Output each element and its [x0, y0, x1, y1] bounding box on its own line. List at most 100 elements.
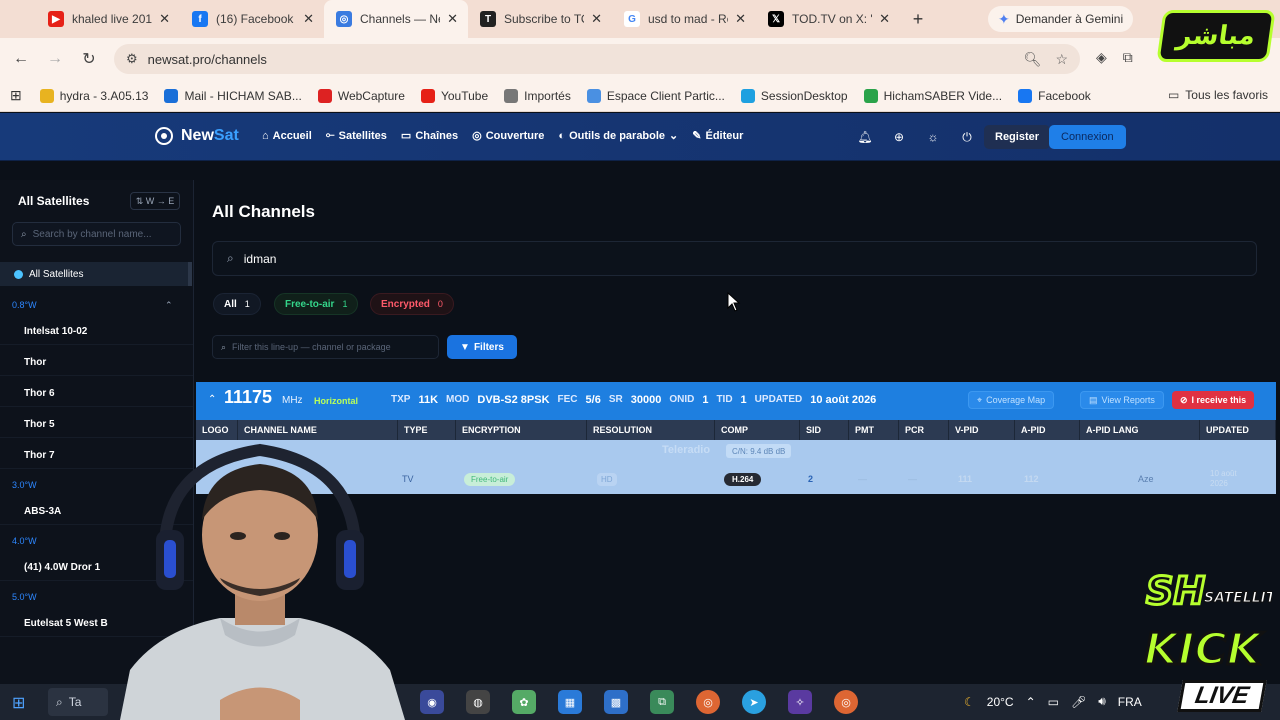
- site-info-icon[interactable]: ⚙: [126, 51, 138, 67]
- browser-tab[interactable]: ◎ Channels — Ne ✕: [324, 0, 468, 38]
- bookmark-item[interactable]: WebCapture: [317, 88, 405, 103]
- close-icon[interactable]: ✕: [447, 11, 458, 27]
- sidebar-item-all-satellites[interactable]: All Satellites: [0, 262, 190, 286]
- taskbar-search[interactable]: ⌕ Ta: [48, 688, 108, 716]
- menu-editeur[interactable]: ✎ Éditeur: [692, 129, 743, 143]
- app-icon[interactable]: ✧: [788, 690, 812, 714]
- windows-start-icon[interactable]: ⊞: [12, 693, 25, 713]
- browser-tab[interactable]: 𝕏 TOD.TV on X: " ✕: [756, 0, 900, 38]
- volume-icon[interactable]: 🔊︎: [1098, 694, 1106, 709]
- power-icon[interactable]: ⏻: [954, 125, 980, 149]
- gemini-button[interactable]: ✦ Demander à Gemini: [988, 6, 1134, 32]
- filter-pill-free-to-air[interactable]: Free-to-air 1: [274, 293, 359, 315]
- bookmark-item[interactable]: SessionDesktop: [740, 88, 848, 103]
- transponder-header[interactable]: ⌃ 11175 MHz Horizontal TXP 11K MOD DVB-S2 8…: [196, 382, 1276, 420]
- receive-button[interactable]: ⊘ I receive this: [1172, 391, 1255, 409]
- app-icon[interactable]: ◍: [466, 690, 490, 714]
- menu-satellites[interactable]: ⟜ Satellites: [326, 129, 387, 142]
- sidebar-group-label[interactable]: 0.8°W: [12, 300, 37, 310]
- app-icon[interactable]: ◉: [420, 690, 444, 714]
- forward-icon[interactable]: →: [38, 50, 72, 68]
- bookmark-item[interactable]: YouTube: [420, 88, 488, 103]
- chevron-up-icon[interactable]: ⌃: [165, 300, 173, 311]
- globe-icon[interactable]: ⊕: [886, 125, 912, 149]
- address-bar[interactable]: ⚙ newsat.pro/channels 🔍︎ ☆: [114, 44, 1080, 74]
- sidebar-group-label[interactable]: 5.0°W: [12, 592, 37, 602]
- sidebar-item-satellite[interactable]: Intelsat 10-02: [0, 319, 193, 345]
- bookmark-item[interactable]: Importés: [504, 88, 571, 103]
- chrome-icon[interactable]: ◎: [696, 690, 720, 714]
- filter-pill-all[interactable]: All 1: [213, 293, 261, 315]
- column-header[interactable]: RESOLUTION: [587, 420, 715, 440]
- column-header[interactable]: ENCRYPTION: [456, 420, 587, 440]
- browser-tab[interactable]: T Subscribe to TO ✕: [468, 0, 612, 38]
- bookmark-item[interactable]: Espace Client Partic...: [586, 88, 725, 103]
- calculator-icon[interactable]: ▩: [604, 690, 628, 714]
- column-header[interactable]: A-PID: [1015, 420, 1080, 440]
- close-icon[interactable]: ✕: [303, 11, 314, 27]
- lineup-filter-input[interactable]: ⌕ Filter this line-up — channel or packa…: [212, 335, 439, 359]
- column-header[interactable]: PCR: [899, 420, 949, 440]
- sidebar-item-satellite[interactable]: Thor: [0, 350, 193, 376]
- register-button[interactable]: Register: [984, 125, 1051, 149]
- column-header[interactable]: PMT: [849, 420, 899, 440]
- sidebar-group-label[interactable]: 4.0°W: [12, 536, 37, 546]
- filters-button[interactable]: ▼ Filters: [447, 335, 517, 359]
- column-header[interactable]: CHANNEL NAME: [238, 420, 398, 440]
- filter-pill-encrypted[interactable]: Encrypted 0: [370, 293, 454, 315]
- chevron-up-icon[interactable]: ⌃: [1026, 695, 1036, 709]
- bookmark-star-icon[interactable]: ☆: [1055, 51, 1068, 68]
- close-icon[interactable]: ✕: [879, 11, 890, 27]
- site-logo[interactable]: New Sat: [155, 127, 239, 145]
- bookmark-item[interactable]: hydra - 3.A05.13: [39, 88, 148, 103]
- close-icon[interactable]: ✕: [591, 11, 602, 27]
- bookmark-item[interactable]: Facebook: [1018, 88, 1091, 103]
- new-tab-icon[interactable]: +: [904, 9, 932, 30]
- column-header[interactable]: SID: [800, 420, 849, 440]
- column-header[interactable]: V-PID: [949, 420, 1015, 440]
- browser-tab[interactable]: f (16) Facebook ✕: [180, 0, 324, 38]
- coverage-map-button[interactable]: ⌖ Coverage Map: [968, 391, 1055, 409]
- column-header[interactable]: LOGO: [196, 420, 238, 440]
- app-icon[interactable]: ✿: [512, 690, 536, 714]
- apps-grid-icon[interactable]: ⊞: [10, 87, 22, 104]
- column-header[interactable]: UPDATED: [1200, 420, 1276, 440]
- sidebar-search-input[interactable]: ⌕ Search by channel name...: [12, 222, 181, 246]
- telegram-icon[interactable]: ➤: [742, 690, 766, 714]
- sort-toggle[interactable]: ⇅ W → E: [130, 192, 180, 210]
- channel-search-input[interactable]: ⌕ idman: [212, 241, 1257, 276]
- app-icon[interactable]: ⧉: [650, 690, 674, 714]
- microphone-icon[interactable]: 🎤︎: [1071, 695, 1086, 709]
- all-bookmarks[interactable]: ▭ Tous les favoris: [1168, 88, 1268, 102]
- sidebar-item-satellite[interactable]: Thor 5: [0, 412, 193, 438]
- chrome-icon[interactable]: ◎: [834, 690, 858, 714]
- browser-tab[interactable]: Gusd to mad - Re ✕: [612, 0, 756, 38]
- sidebar-scrollbar[interactable]: [188, 262, 192, 286]
- browser-tab[interactable]: ▶ khaled live 201 ✕: [36, 0, 180, 38]
- menu-outils[interactable]: ◐ Outils de parabole ⌄: [558, 129, 678, 143]
- chevron-up-icon[interactable]: ⌃: [208, 394, 216, 405]
- sun-icon[interactable]: ☼: [920, 125, 946, 149]
- column-header[interactable]: COMP: [715, 420, 800, 440]
- reload-icon[interactable]: ↻: [72, 49, 106, 69]
- app-icon[interactable]: ▦: [558, 690, 582, 714]
- back-icon[interactable]: ←: [4, 50, 38, 68]
- zoom-icon[interactable]: 🔍︎: [1024, 51, 1042, 68]
- menu-accueil[interactable]: ⌂ Accueil: [262, 129, 312, 142]
- bell-icon[interactable]: 🔔︎: [852, 125, 878, 149]
- menu-couverture[interactable]: ◎ Couverture: [472, 129, 544, 143]
- column-header[interactable]: A-PID LANG: [1080, 420, 1200, 440]
- sidebar-item-satellite[interactable]: Thor 6: [0, 381, 193, 407]
- extension-icon[interactable]: ◈: [1096, 49, 1107, 66]
- close-icon[interactable]: ✕: [159, 11, 170, 27]
- language-indicator[interactable]: FRA: [1118, 695, 1142, 709]
- menu-chaines[interactable]: ▭ Chaînes: [401, 129, 458, 143]
- network-icon[interactable]: ▭: [1048, 695, 1059, 709]
- bookmark-item[interactable]: Mail - HICHAM SAB...: [164, 88, 302, 103]
- bookmark-item[interactable]: HichamSABER Vide...: [863, 88, 1002, 103]
- close-icon[interactable]: ✕: [735, 11, 746, 27]
- login-button[interactable]: Connexion: [1049, 125, 1126, 149]
- column-header[interactable]: TYPE: [398, 420, 456, 440]
- view-reports-button[interactable]: ▤ View Reports: [1080, 391, 1164, 409]
- extensions-puzzle-icon[interactable]: ⧉: [1123, 49, 1133, 66]
